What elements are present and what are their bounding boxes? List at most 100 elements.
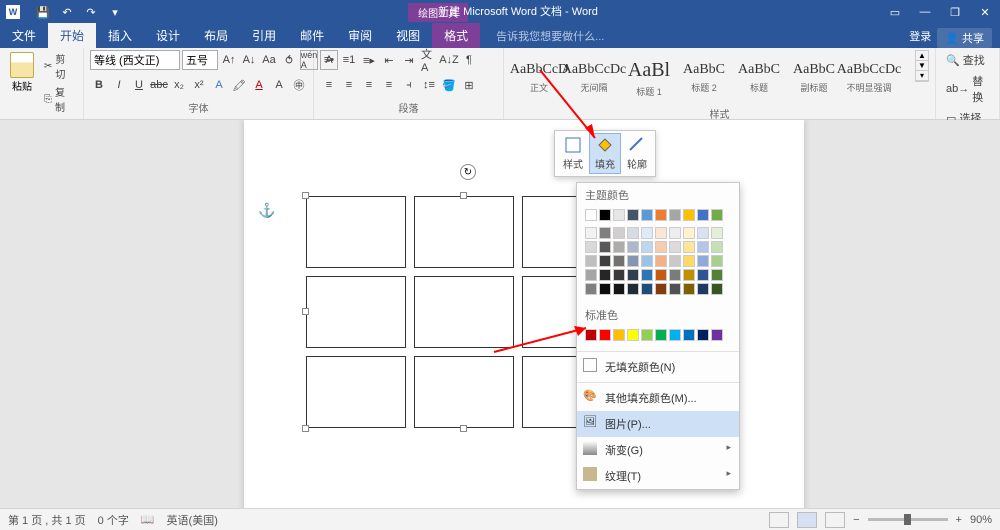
color-swatch[interactable] bbox=[641, 283, 653, 295]
highlight-button[interactable]: 🖍 bbox=[230, 75, 248, 95]
style-item[interactable]: AaBbC副标题 bbox=[787, 52, 841, 104]
style-item[interactable]: AaBbCcDc不明显强调 bbox=[842, 52, 896, 104]
show-marks-button[interactable]: ¶ bbox=[460, 50, 478, 70]
color-swatch[interactable] bbox=[697, 329, 709, 341]
texture-menuitem[interactable]: 纹理(T)▸ bbox=[577, 463, 739, 489]
change-case-button[interactable]: Aa bbox=[260, 50, 278, 70]
color-swatch[interactable] bbox=[697, 269, 709, 281]
color-swatch[interactable] bbox=[655, 227, 667, 239]
color-swatch[interactable] bbox=[697, 283, 709, 295]
color-swatch[interactable] bbox=[627, 255, 639, 267]
color-swatch[interactable] bbox=[683, 283, 695, 295]
color-swatch[interactable] bbox=[599, 209, 611, 221]
color-swatch[interactable] bbox=[655, 269, 667, 281]
gallery-more[interactable]: ▾ bbox=[916, 71, 928, 81]
color-swatch[interactable] bbox=[683, 227, 695, 239]
numbering-button[interactable]: ≡1 bbox=[340, 50, 358, 70]
color-swatch[interactable] bbox=[613, 255, 625, 267]
language-indicator[interactable]: 英语(美国) bbox=[167, 512, 218, 528]
distribute-button[interactable]: ⫞ bbox=[400, 75, 418, 95]
borders-button[interactable]: ⊞ bbox=[460, 75, 478, 95]
color-swatch[interactable] bbox=[599, 283, 611, 295]
selection-handle[interactable] bbox=[302, 308, 309, 315]
color-swatch[interactable] bbox=[641, 329, 653, 341]
increase-indent-button[interactable]: ⇥ bbox=[400, 50, 418, 70]
gallery-down[interactable]: ▼ bbox=[916, 61, 928, 71]
underline-button[interactable]: U bbox=[130, 75, 148, 95]
color-swatch[interactable] bbox=[641, 227, 653, 239]
redo-button[interactable]: ↷ bbox=[80, 2, 102, 22]
tab-file[interactable]: 文件 bbox=[0, 23, 48, 48]
no-fill-menuitem[interactable]: 无填充颜色(N) bbox=[577, 354, 739, 380]
find-button[interactable]: 🔍 查找 bbox=[942, 50, 993, 70]
color-swatch[interactable] bbox=[697, 227, 709, 239]
color-swatch[interactable] bbox=[669, 209, 681, 221]
copy-button[interactable]: ⎘ 复制 bbox=[41, 83, 77, 115]
color-swatch[interactable] bbox=[655, 241, 667, 253]
color-swatch[interactable] bbox=[613, 227, 625, 239]
tab-insert[interactable]: 插入 bbox=[96, 23, 144, 48]
color-swatch[interactable] bbox=[711, 227, 723, 239]
zoom-level[interactable]: 90% bbox=[970, 514, 992, 526]
line-spacing-button[interactable]: ↕≡ bbox=[420, 75, 438, 95]
table-cell[interactable] bbox=[414, 356, 514, 428]
table-cell[interactable] bbox=[414, 196, 514, 268]
color-swatch[interactable] bbox=[599, 227, 611, 239]
color-swatch[interactable] bbox=[697, 255, 709, 267]
color-swatch[interactable] bbox=[599, 269, 611, 281]
rotate-handle[interactable]: ↻ bbox=[460, 164, 476, 180]
superscript-button[interactable]: x² bbox=[190, 75, 208, 95]
color-swatch[interactable] bbox=[655, 255, 667, 267]
style-item[interactable]: AaBbC标题 2 bbox=[677, 52, 731, 104]
color-swatch[interactable] bbox=[641, 269, 653, 281]
color-swatch[interactable] bbox=[627, 241, 639, 253]
mini-outline-button[interactable]: 轮廓 bbox=[621, 133, 653, 174]
decrease-indent-button[interactable]: ⇤ bbox=[380, 50, 398, 70]
color-swatch[interactable] bbox=[627, 209, 639, 221]
text-direction-button[interactable]: 文A bbox=[420, 50, 438, 70]
paste-button[interactable]: 粘贴 bbox=[6, 50, 38, 95]
color-swatch[interactable] bbox=[697, 209, 709, 221]
minimize-button[interactable]: — bbox=[910, 0, 940, 24]
color-swatch[interactable] bbox=[599, 241, 611, 253]
italic-button[interactable]: I bbox=[110, 75, 128, 95]
style-item[interactable]: AaBbC标题 bbox=[732, 52, 786, 104]
justify-button[interactable]: ≡ bbox=[380, 75, 398, 95]
print-layout-button[interactable] bbox=[797, 512, 817, 528]
color-swatch[interactable] bbox=[711, 209, 723, 221]
bold-button[interactable]: B bbox=[90, 75, 108, 95]
table-cell[interactable] bbox=[306, 276, 406, 348]
color-swatch[interactable] bbox=[669, 241, 681, 253]
style-item[interactable]: AaBbCcDc无间隔 bbox=[567, 52, 621, 104]
color-swatch[interactable] bbox=[613, 269, 625, 281]
gallery-scroll[interactable]: ▲ ▼ ▾ bbox=[915, 50, 929, 82]
color-swatch[interactable] bbox=[655, 209, 667, 221]
color-swatch[interactable] bbox=[627, 227, 639, 239]
tab-design[interactable]: 设计 bbox=[144, 23, 192, 48]
clear-formatting-button[interactable]: ⥀ bbox=[280, 50, 298, 70]
ribbon-options-button[interactable]: ▭ bbox=[880, 0, 910, 24]
color-swatch[interactable] bbox=[599, 329, 611, 341]
table-cell[interactable] bbox=[306, 356, 406, 428]
undo-button[interactable]: ↶ bbox=[56, 2, 78, 22]
close-button[interactable]: ✕ bbox=[970, 0, 1000, 24]
subscript-button[interactable]: x₂ bbox=[170, 75, 188, 95]
tab-references[interactable]: 引用 bbox=[240, 23, 288, 48]
color-swatch[interactable] bbox=[613, 209, 625, 221]
web-layout-button[interactable] bbox=[825, 512, 845, 528]
align-left-button[interactable]: ≡ bbox=[320, 75, 338, 95]
tab-review[interactable]: 审阅 bbox=[336, 23, 384, 48]
tell-me-input[interactable]: 告诉我您想要做什么... bbox=[492, 24, 608, 48]
color-swatch[interactable] bbox=[683, 209, 695, 221]
color-swatch[interactable] bbox=[711, 329, 723, 341]
color-swatch[interactable] bbox=[669, 283, 681, 295]
tab-home[interactable]: 开始 bbox=[48, 23, 96, 48]
color-swatch[interactable] bbox=[585, 329, 597, 341]
color-swatch[interactable] bbox=[585, 269, 597, 281]
align-right-button[interactable]: ≡ bbox=[360, 75, 378, 95]
selection-handle[interactable] bbox=[302, 425, 309, 432]
cut-button[interactable]: ✂ 剪切 bbox=[41, 50, 77, 82]
color-swatch[interactable] bbox=[641, 241, 653, 253]
document-canvas[interactable]: ⚓ ↻ bbox=[0, 120, 1000, 508]
color-swatch[interactable] bbox=[669, 255, 681, 267]
